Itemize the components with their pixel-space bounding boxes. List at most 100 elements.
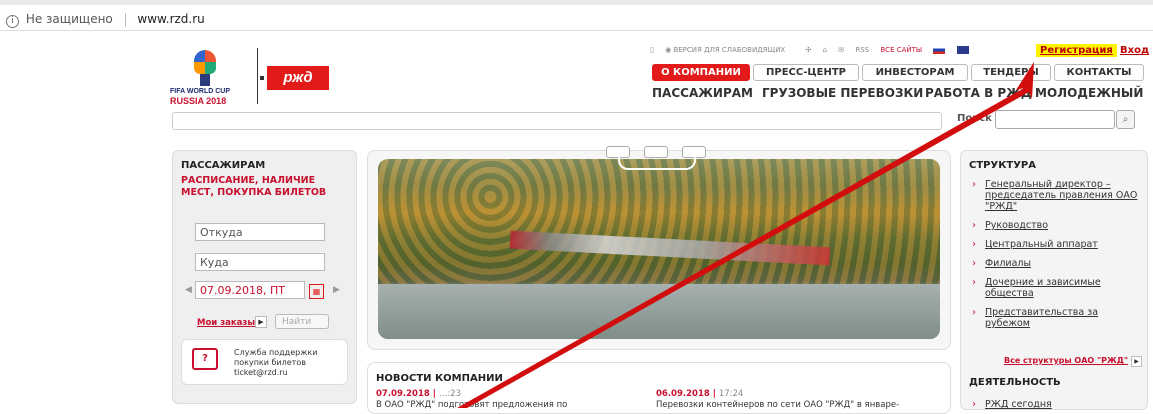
news-text-1[interactable]: В ОАО "РЖД" подготовят предложения по	[376, 400, 567, 410]
logo-divider	[257, 48, 258, 104]
topnav-about[interactable]: О КОМПАНИИ	[652, 64, 750, 81]
list-item[interactable]: › Представительства за рубежом	[969, 307, 1139, 329]
topnav-investors[interactable]: ИНВЕСТОРАМ	[862, 64, 968, 81]
support-chat-icon: ?	[192, 348, 218, 370]
news-time-1: …:23	[438, 389, 461, 399]
orders-arrow-icon[interactable]: ▶	[255, 316, 267, 328]
topnav-tenders[interactable]: ТЕНДЕРЫ	[971, 64, 1051, 81]
bullet-icon: ›	[972, 179, 976, 190]
to-input[interactable]: Куда	[195, 253, 325, 271]
prev-date-icon[interactable]: ◀	[185, 285, 192, 295]
booking-title: ПАССАЖИРАМ	[181, 160, 266, 171]
news-date-2: 06.09.2018 | 17:24	[656, 389, 743, 399]
list-item[interactable]: › Генеральный директор – председатель пра…	[969, 179, 1139, 212]
structure-link[interactable]: Центральный аппарат	[985, 239, 1098, 250]
support-text: Служба поддержки покупки билетов ticket@…	[234, 348, 317, 378]
address-info[interactable]: i Не защищено www.rzd.ru	[6, 12, 205, 28]
news-date-1-text: 07.09.2018 |	[376, 389, 436, 399]
from-input[interactable]: Откуда	[195, 223, 325, 241]
home-icon[interactable]: ⌂	[823, 46, 827, 54]
rzd-logo[interactable]: ржд	[267, 66, 329, 90]
structure-link[interactable]: Дочерние и зависимые общества	[985, 277, 1101, 299]
topnav-press[interactable]: ПРЕСС-ЦЕНТР	[753, 64, 859, 81]
news-date-1: 07.09.2018 | …:23	[376, 389, 461, 399]
structure-link[interactable]: Генеральный директор – председатель прав…	[985, 179, 1137, 212]
news-section: НОВОСТИ КОМПАНИИ 07.09.2018 | …:23 В ОАО…	[367, 362, 951, 414]
fifa-subtitle: RUSSIA 2018	[170, 96, 227, 106]
find-button[interactable]: Найти	[275, 314, 329, 329]
bullet-icon: ›	[972, 220, 976, 231]
mainnav-jobs[interactable]: РАБОТА В РЖД	[925, 86, 1032, 100]
support-box[interactable]: ? Служба поддержки покупки билетов ticke…	[181, 339, 348, 385]
search-label: Поиск	[957, 113, 992, 124]
bullet-icon: ›	[972, 258, 976, 269]
fifa-title: FIFA WORLD CUP	[170, 88, 231, 95]
support-line1: Служба поддержки	[234, 348, 318, 357]
browser-tab-strip	[0, 0, 1153, 5]
hero-banner[interactable]	[367, 150, 951, 350]
my-orders-link[interactable]: Мои заказы	[197, 318, 255, 328]
vision-link[interactable]: ◉ ВЕРСИЯ ДЛЯ СЛАБОВИДЯЩИХ	[665, 46, 794, 54]
login-link[interactable]: Вход	[1120, 45, 1149, 56]
structure-list: › Генеральный директор – председатель пра…	[969, 179, 1139, 337]
search-input[interactable]	[995, 110, 1115, 129]
info-icon: i	[6, 15, 19, 28]
mainnav-passengers[interactable]: ПАССАЖИРАМ	[652, 86, 753, 100]
all-sites-link[interactable]: ВСЕ САЙТЫ	[880, 46, 922, 54]
list-item[interactable]: › Дочерние и зависимые общества	[969, 277, 1139, 299]
mail-icon[interactable]: ✉	[838, 46, 844, 54]
activity-link[interactable]: РЖД сегодня	[985, 399, 1052, 410]
bullet-icon: ›	[972, 239, 976, 250]
banner-tabs	[606, 146, 706, 170]
news-date-2-text: 06.09.2018 |	[656, 389, 716, 399]
fifa-logo: FIFA WORLD CUP RUSSIA 2018	[170, 44, 250, 106]
date-input[interactable]: 07.09.2018, ПТ	[195, 281, 305, 299]
structure-link[interactable]: Представительства за рубежом	[985, 307, 1098, 329]
list-item[interactable]: › Руководство	[969, 220, 1139, 231]
structure-link[interactable]: Руководство	[985, 220, 1048, 231]
breadcrumb-bar	[172, 112, 942, 130]
all-structures-arrow-icon[interactable]: ▶	[1131, 356, 1142, 367]
russian-flag-icon[interactable]	[933, 46, 946, 54]
all-structures-link[interactable]: Все структуры ОАО "РЖД"	[1004, 356, 1128, 365]
search-icon[interactable]: ⌕	[1116, 110, 1135, 129]
booking-subtitle[interactable]: РАСПИСАНИЕ, НАЛИЧИЕ МЕСТ, ПОКУПКА БИЛЕТО…	[181, 175, 351, 199]
support-line2: покупки билетов	[234, 358, 306, 367]
logo-dot	[260, 76, 264, 80]
calendar-icon[interactable]: ▦	[309, 284, 324, 299]
water-image	[378, 284, 940, 339]
next-date-icon[interactable]: ▶	[333, 285, 340, 295]
divider	[124, 12, 126, 27]
list-item[interactable]: › Филиалы	[969, 258, 1139, 269]
bullet-icon: ›	[972, 277, 976, 288]
english-flag-icon[interactable]	[956, 46, 969, 54]
url-text[interactable]: www.rzd.ru	[137, 12, 204, 26]
sitemap-icon[interactable]: ✣	[805, 46, 811, 54]
utility-bar: ▯ ◉ ВЕРСИЯ ДЛЯ СЛАБОВИДЯЩИХ ✣ ⌂ ✉ RSS ВС…	[650, 46, 978, 54]
security-label: Не защищено	[25, 12, 113, 26]
booking-panel: ПАССАЖИРАМ РАСПИСАНИЕ, НАЛИЧИЕ МЕСТ, ПОК…	[172, 150, 357, 404]
mobile-icon[interactable]: ▯	[650, 46, 654, 54]
rss-link[interactable]: RSS	[855, 46, 869, 54]
fifa-emblem-icon	[194, 50, 216, 74]
cup-icon	[200, 74, 210, 86]
structure-title: СТРУКТУРА	[969, 160, 1036, 171]
mainnav-freight[interactable]: ГРУЗОВЫЕ ПЕРЕВОЗКИ	[762, 86, 923, 100]
bullet-icon: ›	[972, 399, 976, 410]
register-link[interactable]: Регистрация	[1036, 44, 1117, 57]
support-email[interactable]: ticket@rzd.ru	[234, 368, 317, 378]
mainnav-youth[interactable]: МОЛОДЕЖНЫЙ	[1035, 86, 1143, 100]
list-item[interactable]: › Центральный аппарат	[969, 239, 1139, 250]
news-text-2[interactable]: Перевозки контейнеров по сети ОАО "РЖД" …	[656, 400, 899, 410]
bullet-icon: ›	[972, 307, 976, 318]
vision-label: ВЕРСИЯ ДЛЯ СЛАБОВИДЯЩИХ	[673, 46, 786, 54]
news-title[interactable]: НОВОСТИ КОМПАНИИ	[376, 373, 503, 384]
forest-texture	[378, 159, 940, 285]
browser-address-bar: i Не защищено www.rzd.ru	[0, 0, 1153, 31]
topnav-contacts[interactable]: КОНТАКТЫ	[1054, 64, 1144, 81]
activity-title: ДЕЯТЕЛЬНОСТЬ	[969, 377, 1061, 388]
structure-panel: СТРУКТУРА › Генеральный директор – предсе…	[960, 150, 1148, 410]
structure-link[interactable]: Филиалы	[985, 258, 1031, 269]
banner-tab-connector	[618, 156, 696, 170]
news-time-2: 17:24	[718, 389, 744, 399]
